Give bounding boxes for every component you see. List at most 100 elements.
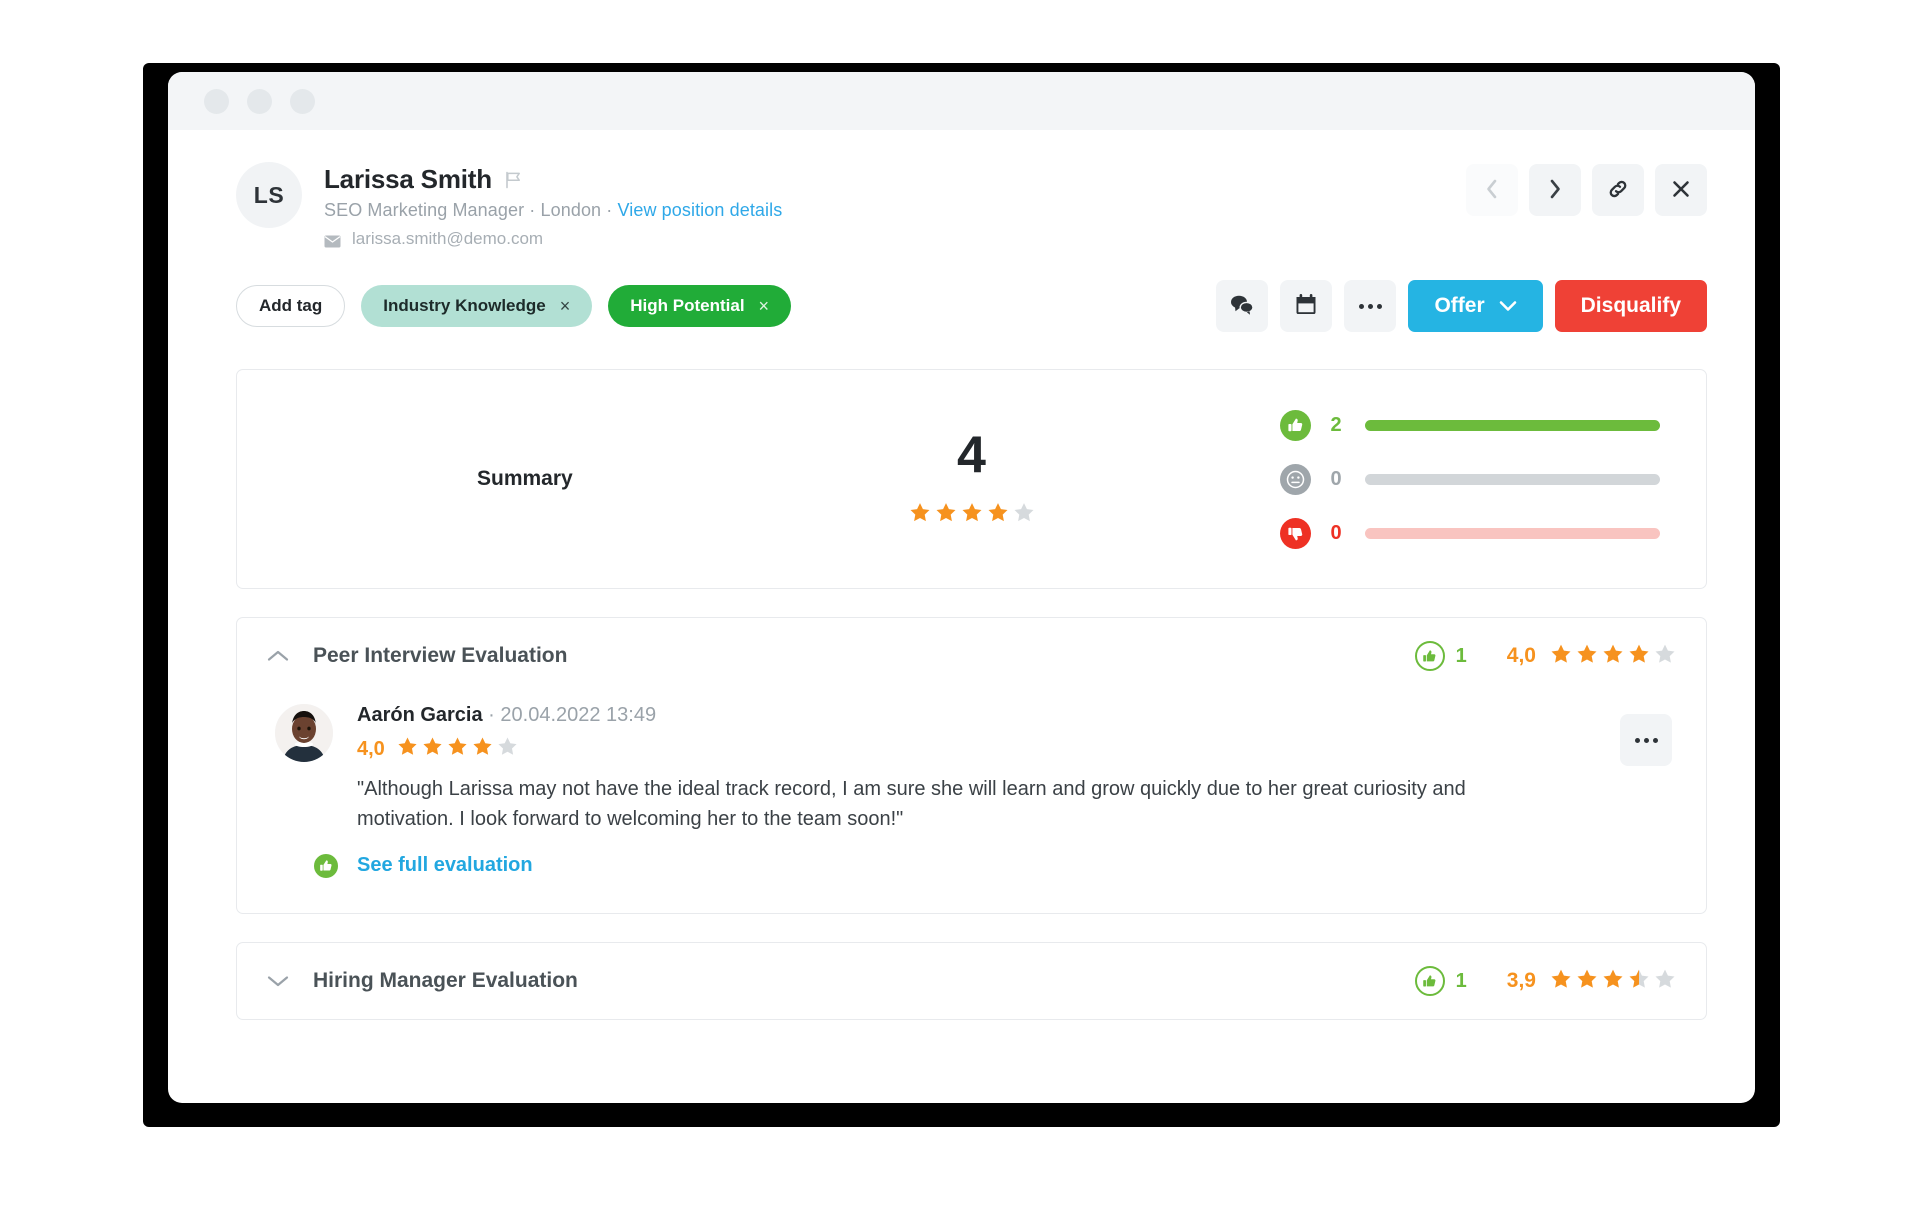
star-icon <box>1576 643 1598 670</box>
review-timestamp: 20.04.2022 13:49 <box>500 704 657 726</box>
view-position-details-link[interactable]: View position details <box>617 200 782 220</box>
candidate-email[interactable]: larissa.smith@demo.com <box>352 229 543 249</box>
candidate-header: LS Larissa Smith SEO Marketing Manager ·… <box>168 130 1755 249</box>
tag-remove-icon[interactable]: × <box>759 297 770 315</box>
avatar: LS <box>236 162 302 228</box>
thumbs-up-icon <box>1414 966 1445 997</box>
star-icon-empty <box>1013 502 1035 529</box>
page-title: Larissa Smith <box>324 164 492 194</box>
evaluation-thumbs-up: 1 <box>1414 966 1467 997</box>
tag-high-potential[interactable]: High Potential × <box>608 285 792 327</box>
review-rating: 4,0 <box>357 736 1620 762</box>
window-content: LS Larissa Smith SEO Marketing Manager ·… <box>168 130 1755 1021</box>
review-score-value: 4,0 <box>357 737 385 760</box>
tag-industry-knowledge[interactable]: Industry Knowledge × <box>361 285 593 327</box>
disqualify-button[interactable]: Disqualify <box>1554 280 1707 332</box>
summary-label: Summary <box>477 467 573 490</box>
evaluation-title: Peer Interview Evaluation <box>313 644 568 667</box>
evaluation-header-peer[interactable]: Peer Interview Evaluation 1 4,0 <box>237 618 1706 694</box>
offer-button[interactable]: Offer <box>1408 280 1543 332</box>
evaluation-header-meta: 1 3,9 <box>1414 966 1676 997</box>
tag-label: High Potential <box>630 296 745 315</box>
ellipsis-icon <box>1634 737 1658 743</box>
review-author: Aarón Garcia <box>357 704 483 726</box>
star-icon <box>472 736 493 762</box>
evaluation-score-value: 4,0 <box>1506 644 1536 667</box>
thumbs-up-count: 1 <box>1455 969 1467 992</box>
review-sep: · <box>482 704 501 726</box>
window-dot-maximize[interactable] <box>290 88 315 114</box>
more-actions-button[interactable] <box>1344 280 1397 332</box>
close-icon <box>1671 179 1691 202</box>
star-icon <box>1550 968 1572 995</box>
rating-count: 0 <box>1330 467 1342 490</box>
rating-bar <box>1365 419 1660 431</box>
header-actions <box>1466 164 1707 216</box>
envelope-icon <box>324 233 341 247</box>
calendar-button[interactable] <box>1280 280 1333 332</box>
reviewer-avatar-wrap <box>273 702 340 881</box>
thumbs-up-icon <box>312 852 340 881</box>
evaluation-section-peer: Peer Interview Evaluation 1 4,0 Aarón Ga… <box>236 617 1707 915</box>
summary-score-block: 4 <box>909 430 1035 529</box>
review-item: Aarón Garcia · 20.04.2022 13:49 4,0 "Alt… <box>237 694 1706 913</box>
tags-row: Add tag Industry Knowledge × High Potent… <box>168 249 1755 332</box>
close-button[interactable] <box>1655 164 1707 216</box>
rating-row-neutral: 0 <box>1280 452 1660 506</box>
evaluation-section-hiring-manager: Hiring Manager Evaluation 1 3,9 <box>236 942 1707 1021</box>
link-icon <box>1607 178 1629 203</box>
candidate-name-row: Larissa Smith <box>324 164 782 195</box>
evaluation-score-value: 3,9 <box>1506 969 1536 993</box>
star-icon <box>1602 643 1624 670</box>
evaluation-score: 4,0 <box>1507 643 1676 670</box>
comments-button[interactable] <box>1216 280 1269 332</box>
evaluation-score: 3,9 <box>1507 968 1676 995</box>
star-icon <box>1602 968 1624 995</box>
evaluation-header-hiring-manager[interactable]: Hiring Manager Evaluation 1 3,9 <box>237 943 1706 1019</box>
star-icon <box>961 502 983 529</box>
star-icon-empty <box>497 736 518 762</box>
candidate-info: Larissa Smith SEO Marketing Manager · Lo… <box>324 162 782 249</box>
star-icon <box>1576 968 1598 995</box>
chevron-down-icon <box>1499 294 1517 318</box>
thumbs-up-count: 1 <box>1455 644 1467 667</box>
calendar-icon <box>1295 293 1317 319</box>
copy-link-button[interactable] <box>1592 164 1644 216</box>
star-icon-empty <box>1654 643 1676 670</box>
window-dot-minimize[interactable] <box>247 88 272 114</box>
review-body: Aarón Garcia · 20.04.2022 13:49 4,0 "Alt… <box>357 702 1620 877</box>
add-tag-label: Add tag <box>259 296 323 315</box>
thumbs-down-icon <box>1280 517 1311 549</box>
star-icon <box>447 736 468 762</box>
add-tag-button[interactable]: Add tag <box>236 285 346 327</box>
sub-sep-1: · <box>524 200 541 220</box>
chevron-left-icon <box>1484 178 1500 203</box>
rating-count: 0 <box>1330 521 1342 544</box>
offer-label: Offer <box>1434 294 1485 317</box>
next-candidate-button[interactable] <box>1529 164 1581 216</box>
reviewer-photo <box>273 702 335 764</box>
summary-card: Summary 4 2 0 0 <box>236 369 1707 589</box>
rating-distribution: 2 0 0 <box>1280 398 1660 560</box>
window-dot-close[interactable] <box>204 88 229 114</box>
disqualify-label: Disqualify <box>1580 294 1681 317</box>
chevron-up-icon[interactable] <box>265 643 291 669</box>
tag-remove-icon[interactable]: × <box>560 297 571 315</box>
see-full-evaluation-link[interactable]: See full evaluation <box>357 854 533 877</box>
evaluation-header-meta: 1 4,0 <box>1414 641 1676 671</box>
candidate-position: SEO Marketing Manager <box>324 200 525 220</box>
rating-bar <box>1365 527 1660 539</box>
review-author-line: Aarón Garcia · 20.04.2022 13:49 <box>357 704 1620 727</box>
flag-icon[interactable] <box>504 170 524 190</box>
star-icon <box>935 502 957 529</box>
review-more-button[interactable] <box>1620 714 1672 766</box>
rating-row-negative: 0 <box>1280 506 1660 560</box>
sub-sep-2: · <box>601 200 618 220</box>
ellipsis-icon <box>1358 303 1382 309</box>
star-icon <box>1550 643 1572 670</box>
star-icon-empty <box>1654 968 1676 995</box>
star-icon <box>1628 643 1650 670</box>
chevron-down-icon[interactable] <box>265 968 291 994</box>
rating-bar <box>1365 473 1660 485</box>
prev-candidate-button[interactable] <box>1466 164 1518 216</box>
